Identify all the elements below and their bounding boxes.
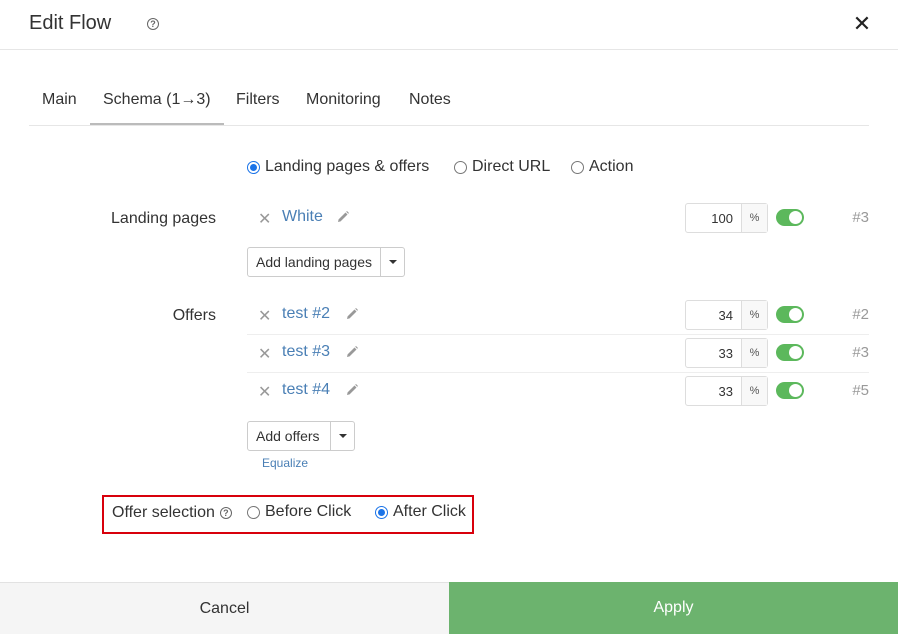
pencil-icon[interactable] — [345, 345, 359, 359]
tab-bar: Main Schema (1→3) Filters Monitoring Not… — [29, 80, 869, 126]
tab-monitoring[interactable]: Monitoring — [293, 80, 394, 125]
percent-addon: % — [741, 204, 767, 232]
radio-dot[interactable] — [375, 506, 388, 519]
offer-row: ✕ test #4 % #5 — [247, 373, 869, 411]
radio-dot[interactable] — [247, 161, 260, 174]
equalize-link[interactable]: Equalize — [262, 456, 308, 470]
dialog-title-text: Edit Flow — [29, 12, 112, 34]
offer-name[interactable]: test #3 — [282, 343, 330, 361]
landing-page-name[interactable]: White — [282, 208, 323, 226]
radio-dot[interactable] — [571, 161, 584, 174]
add-offers-button[interactable]: Add offers — [247, 421, 355, 451]
dialog-title: Edit Flow ? — [29, 12, 159, 35]
pencil-icon[interactable] — [345, 383, 359, 397]
edit-flow-dialog: Edit Flow ? ✕ Main Schema (1→3) Filters … — [0, 0, 898, 634]
item-id: #3 — [852, 344, 869, 361]
enabled-toggle[interactable] — [776, 382, 804, 399]
percent-addon: % — [741, 301, 767, 329]
offer-name[interactable]: test #4 — [282, 381, 330, 399]
weight-input[interactable] — [686, 301, 741, 329]
chevron-down-icon[interactable] — [380, 248, 404, 276]
item-id: #3 — [852, 209, 869, 226]
cancel-button[interactable]: Cancel — [0, 582, 449, 634]
percent-addon: % — [741, 377, 767, 405]
item-id: #5 — [852, 382, 869, 399]
pencil-icon[interactable] — [345, 307, 359, 321]
weight-input[interactable] — [686, 377, 741, 405]
landing-pages-label: Landing pages — [111, 210, 216, 227]
add-landing-pages-button[interactable]: Add landing pages — [247, 247, 405, 277]
add-landing-pages-label: Add landing pages — [256, 254, 372, 270]
chevron-down-icon[interactable] — [330, 422, 354, 450]
radio-dot[interactable] — [454, 161, 467, 174]
weight-field: % — [685, 203, 768, 233]
offer-row: ✕ test #2 % #2 — [247, 297, 869, 335]
help-icon[interactable]: ? — [147, 18, 159, 30]
landing-page-row: ✕ White % #3 — [247, 200, 869, 238]
enabled-toggle[interactable] — [776, 344, 804, 361]
weight-input[interactable] — [686, 204, 741, 232]
enabled-toggle[interactable] — [776, 209, 804, 226]
tab-filters[interactable]: Filters — [223, 80, 293, 125]
offers-label: Offers — [172, 307, 216, 324]
enabled-toggle[interactable] — [776, 306, 804, 323]
remove-icon[interactable]: ✕ — [258, 344, 271, 364]
weight-input[interactable] — [686, 339, 741, 367]
radio-label: Landing pages & offers — [265, 158, 430, 175]
tab-main[interactable]: Main — [29, 80, 90, 125]
radio-dot[interactable] — [247, 506, 260, 519]
radio-label: Before Click — [265, 503, 352, 520]
percent-addon: % — [741, 339, 767, 367]
remove-icon[interactable]: ✕ — [258, 382, 271, 402]
radio-label: Direct URL — [472, 158, 551, 175]
dialog-footer: Cancel Apply — [0, 582, 898, 634]
offer-selection-label: Offer selection? — [112, 504, 232, 522]
pencil-icon[interactable] — [336, 210, 350, 224]
offer-name[interactable]: test #2 — [282, 305, 330, 323]
radio-label: Action — [589, 158, 634, 175]
offer-selection-label-text: Offer selection — [112, 504, 215, 521]
dialog-header: Edit Flow ? ✕ — [0, 0, 898, 50]
weight-field: % — [685, 338, 768, 368]
item-id: #2 — [852, 306, 869, 323]
apply-button[interactable]: Apply — [449, 582, 898, 634]
remove-icon[interactable]: ✕ — [258, 209, 271, 229]
tab-schema[interactable]: Schema (1→3) — [90, 80, 224, 125]
offer-row: ✕ test #3 % #3 — [247, 335, 869, 373]
weight-field: % — [685, 300, 768, 330]
remove-icon[interactable]: ✕ — [258, 306, 271, 326]
help-icon[interactable]: ? — [219, 506, 232, 519]
add-offers-label: Add offers — [256, 428, 320, 444]
tab-notes[interactable]: Notes — [396, 80, 464, 125]
radio-label: After Click — [393, 503, 466, 520]
weight-field: % — [685, 376, 768, 406]
close-icon[interactable]: ✕ — [852, 13, 872, 35]
